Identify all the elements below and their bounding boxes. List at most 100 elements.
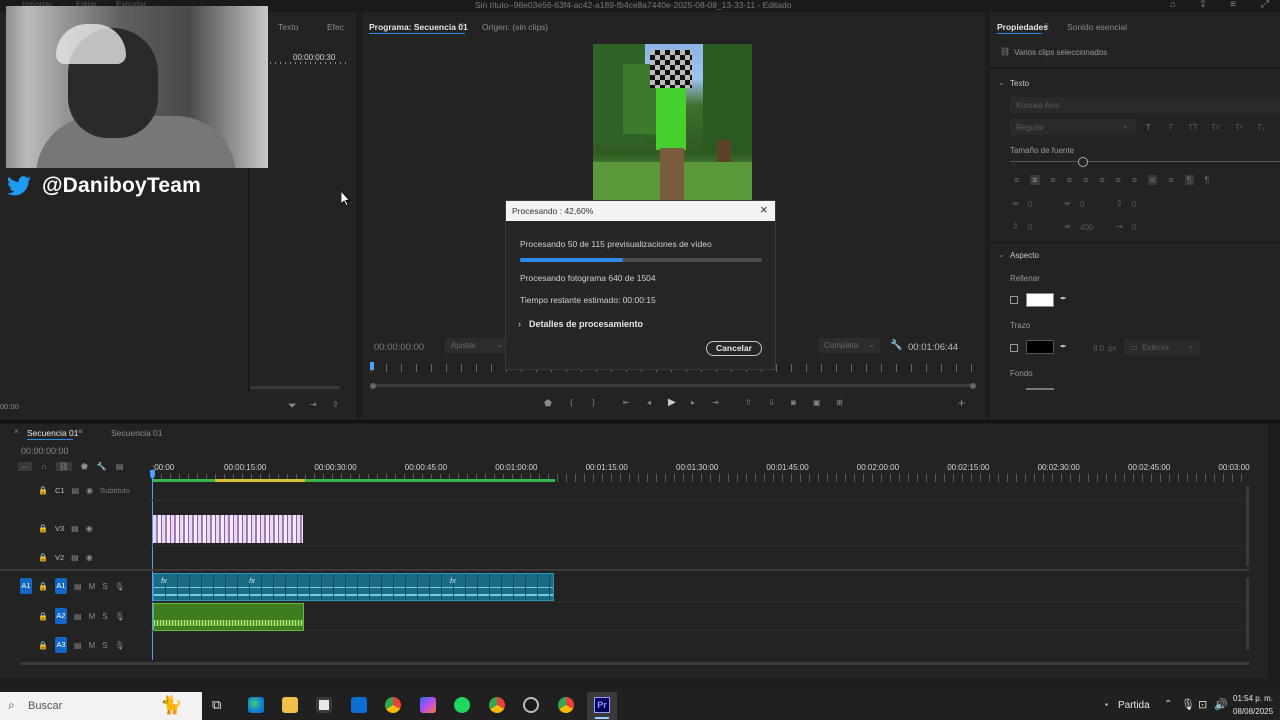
quality-dropdown[interactable]: Completa ⌄	[818, 338, 880, 353]
clock-date[interactable]: 08/08/2025	[1233, 707, 1273, 716]
tab-properties[interactable]: Propiedades	[997, 22, 1048, 32]
outlook-icon[interactable]	[351, 697, 367, 713]
linked-selection-icon[interactable]: ⛓	[55, 462, 72, 471]
font-style-dropdown[interactable]: Regular ⌄	[1010, 119, 1136, 135]
camera-icon[interactable]: ◙	[791, 398, 796, 407]
obs-icon[interactable]	[523, 697, 539, 713]
justify-all-icon[interactable]: ≡	[1116, 175, 1121, 185]
fullscreen-icon[interactable]: ⤢	[1258, 0, 1272, 10]
sync-lock-icon[interactable]: ▤	[74, 641, 82, 650]
premiere-taskbar-active[interactable]: Pr	[587, 692, 617, 720]
tab-effects[interactable]: Efec	[327, 22, 344, 32]
cancel-button[interactable]: Cancelar	[706, 341, 762, 356]
go-to-in-icon[interactable]: ⇤	[623, 398, 630, 407]
marker-icon[interactable]: ⬟	[544, 398, 552, 409]
close-tab-icon[interactable]: ×	[14, 427, 19, 436]
eye-icon[interactable]: ◉	[86, 553, 93, 562]
chrome-icon[interactable]	[385, 697, 401, 713]
middle-align-icon[interactable]: ≡	[1148, 175, 1158, 185]
taskbar-search[interactable]: ⌕ Buscar 🐈	[0, 692, 202, 720]
safe-margins-icon[interactable]: ⊞	[836, 398, 843, 407]
chevron-down-icon[interactable]: ⌄	[998, 250, 1005, 259]
solo-button[interactable]: S	[102, 641, 107, 650]
mark-out-icon[interactable]: }	[592, 398, 595, 407]
fit-dropdown[interactable]: Ajustar ⌄	[445, 338, 507, 353]
microphone-icon[interactable]: 🎙	[115, 582, 125, 591]
fill-color-swatch[interactable]	[1026, 293, 1054, 307]
tsume-value[interactable]: 400	[1080, 223, 1093, 232]
baseline-value[interactable]: 0	[1028, 223, 1032, 232]
lock-icon[interactable]: 🔒	[38, 582, 48, 591]
close-icon[interactable]: ×	[760, 202, 768, 217]
spotify-icon[interactable]	[454, 697, 470, 713]
copilot-icon[interactable]	[420, 697, 436, 713]
chevron-down-icon[interactable]: ⌄	[998, 78, 1005, 87]
solo-button[interactable]: S	[102, 582, 107, 591]
stroke-color-swatch[interactable]	[1026, 340, 1054, 354]
eyedropper-icon[interactable]: ✒	[1060, 294, 1067, 303]
compare-icon[interactable]: ▣	[813, 398, 821, 407]
font-size-slider[interactable]	[1010, 161, 1280, 162]
bottom-align-icon[interactable]: ≡	[1168, 175, 1173, 185]
left-scrollbar[interactable]	[250, 386, 340, 389]
lock-icon[interactable]: 🔒	[38, 641, 48, 650]
microphone-icon[interactable]: 🎙	[115, 612, 125, 621]
lock-icon[interactable]: 🔒	[38, 486, 48, 495]
clock-time[interactable]: 01:54 p. m.	[1233, 694, 1273, 703]
lock-icon[interactable]: 🔒	[38, 553, 48, 562]
rtl-icon[interactable]: ¶	[1205, 175, 1210, 185]
sync-lock-icon[interactable]: ▤	[74, 612, 82, 621]
sync-lock-icon[interactable]: ▤	[71, 553, 79, 562]
wrench-icon[interactable]: 🔧	[890, 340, 902, 351]
play-icon[interactable]: ▶	[668, 397, 676, 408]
network-icon[interactable]: ⊡	[1198, 698, 1207, 711]
tab-essential-sound[interactable]: Sonido esencial	[1067, 22, 1127, 32]
eye-icon[interactable]: ◉	[86, 524, 93, 533]
volume-icon[interactable]: 🔊	[1214, 698, 1228, 711]
task-view-icon[interactable]: ⧉	[212, 697, 221, 713]
chevron-up-icon[interactable]: ⌃	[1164, 699, 1172, 710]
tab-source[interactable]: Origen: (sin clips)	[482, 22, 548, 32]
details-toggle[interactable]: › Detalles de procesamiento	[518, 317, 643, 331]
small-caps-icon[interactable]: Tт	[1211, 123, 1220, 132]
fill-checkbox[interactable]	[1010, 296, 1018, 304]
home-icon[interactable]: ⌂	[1166, 0, 1180, 10]
tab-program[interactable]: Programa: Secuencia 01	[369, 22, 468, 32]
all-caps-icon[interactable]: TT	[1188, 123, 1198, 132]
sync-lock-icon[interactable]: ▤	[71, 524, 79, 533]
video-vertical-scrollbar[interactable]	[1246, 486, 1249, 566]
tab-sequence-active[interactable]: Secuencia 01	[27, 428, 79, 438]
insert-nest-icon[interactable]: ⇔	[18, 462, 32, 471]
align-right-icon[interactable]: ≡	[1051, 175, 1056, 185]
timeline-horizontal-scrollbar[interactable]	[20, 662, 1250, 665]
edge-icon[interactable]	[248, 697, 264, 713]
export-icon[interactable]: ⇪	[332, 400, 339, 409]
stroke-checkbox[interactable]	[1010, 344, 1018, 352]
eyedropper-icon[interactable]: ✒	[1060, 342, 1067, 351]
microphone-icon[interactable]: 🎙	[1181, 698, 1195, 711]
align-left-icon[interactable]: ≡	[1014, 175, 1019, 185]
leading-value[interactable]: 0	[1132, 200, 1136, 209]
lock-icon[interactable]: 🔒	[38, 612, 48, 621]
bold-icon[interactable]: T	[1146, 123, 1151, 132]
snap-icon[interactable]: ∩	[41, 462, 47, 471]
add-button-icon[interactable]: +	[958, 396, 965, 410]
italic-icon[interactable]: T	[1168, 123, 1173, 132]
extract-icon[interactable]: ⇩	[768, 398, 775, 407]
panel-menu-icon[interactable]: ≡	[78, 427, 83, 436]
store-icon[interactable]	[316, 697, 332, 713]
timeline-settings-icon[interactable]: 🔧	[97, 462, 107, 471]
file-explorer-icon[interactable]	[282, 697, 298, 713]
superscript-icon[interactable]: Tˢ	[1235, 123, 1243, 132]
program-current-timecode[interactable]: 00:00:00:00	[374, 342, 424, 353]
justify-right-icon[interactable]: ≡	[1099, 175, 1104, 185]
panel-menu-icon[interactable]: ≡	[459, 21, 464, 30]
tab-sequence-other[interactable]: Secuencia 01	[111, 428, 163, 438]
track-a3-label[interactable]: A3	[54, 637, 67, 653]
menu-icon[interactable]: ≡	[1226, 0, 1240, 10]
tracking-value[interactable]: 0	[1028, 200, 1032, 209]
mute-button[interactable]: M	[89, 641, 96, 650]
stroke-position-dropdown[interactable]: ▭ Exterior ⌄	[1124, 339, 1200, 355]
eye-icon[interactable]: ◉	[86, 486, 93, 495]
share-icon[interactable]: ⇪	[1196, 0, 1210, 10]
